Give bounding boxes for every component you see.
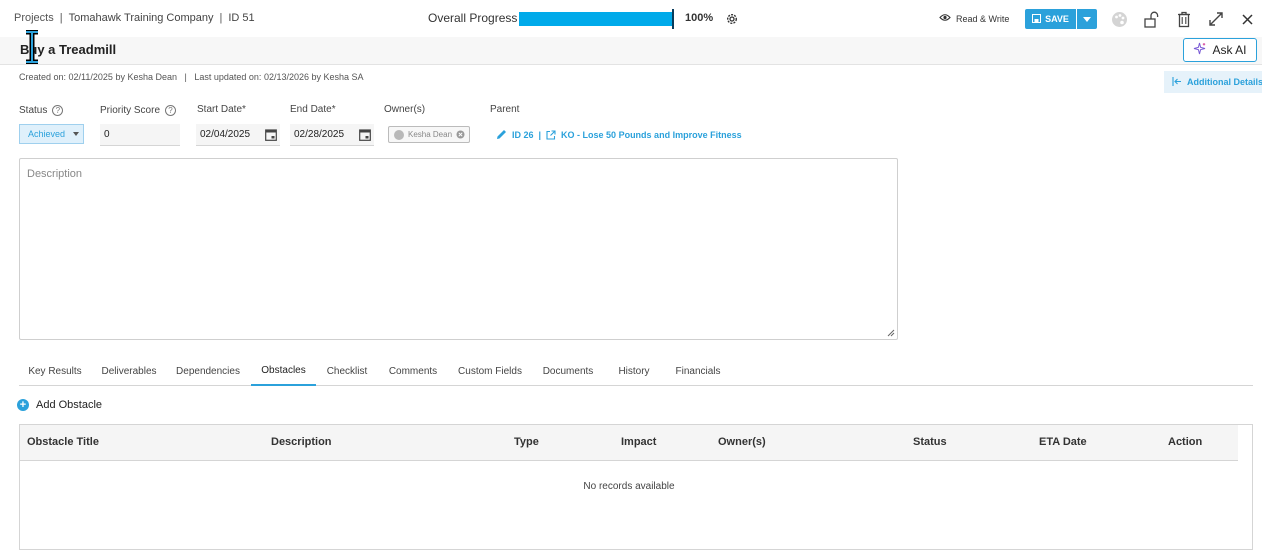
priority-score-value: 0 — [104, 129, 110, 140]
tab-custom-fields[interactable]: Custom Fields — [454, 356, 526, 386]
add-obstacle-label: Add Obstacle — [36, 399, 103, 411]
additional-details-button[interactable]: Additional Details — [1164, 71, 1262, 93]
breadcrumb-company: Tomahawk Training Company — [68, 12, 214, 24]
column-header[interactable]: Owner(s) — [718, 436, 766, 448]
status-label: Status ? — [19, 105, 64, 116]
parent-link: ID 26 | KO - Lose 50 Pounds and Improve … — [496, 129, 742, 140]
resize-handle-icon[interactable] — [887, 329, 895, 337]
tab-bar: Key Results Deliverables Dependencies Ob… — [19, 356, 1253, 386]
avatar — [394, 129, 404, 140]
collapse-left-icon — [1172, 76, 1182, 88]
end-date-label: End Date* — [290, 104, 336, 115]
created-label: Created on: — [19, 72, 67, 82]
tab-dependencies[interactable]: Dependencies — [171, 356, 245, 386]
help-icon[interactable]: ? — [52, 105, 64, 116]
created-by: by Kesha Dean — [115, 72, 177, 82]
progress-marker — [672, 9, 674, 29]
top-bar: Projects | Tomahawk Training Company | ID 51… — [0, 0, 1262, 37]
overall-progress-fill — [519, 12, 673, 26]
column-header[interactable]: Status — [913, 436, 947, 448]
tab-financials[interactable]: Financials — [670, 356, 726, 386]
save-options-dropdown[interactable] — [1077, 9, 1097, 29]
updated-date: 02/13/2026 — [263, 72, 309, 82]
breadcrumb: Projects | Tomahawk Training Company | ID 51 — [14, 12, 255, 24]
tab-history[interactable]: History — [613, 356, 655, 386]
eye-icon — [939, 13, 951, 24]
chevron-down-icon — [1083, 16, 1091, 22]
parent-name[interactable]: KO - Lose 50 Pounds and Improve Fitness — [561, 130, 742, 140]
owners-label: Owner(s) — [384, 104, 426, 115]
overall-progress-bar — [519, 12, 673, 26]
obstacles-table: Obstacle Title Description Type Impact O… — [19, 424, 1253, 550]
palette-icon[interactable] — [1110, 10, 1128, 28]
column-header[interactable]: ETA Date — [1039, 436, 1087, 448]
read-write-mode[interactable]: Read & Write — [939, 13, 1009, 24]
text-cursor-icon — [23, 29, 41, 65]
ask-ai-label: Ask AI — [1212, 43, 1247, 57]
start-date-input[interactable]: 02/04/2025 — [196, 124, 280, 146]
table-header: Obstacle Title Description Type Impact O… — [20, 425, 1238, 461]
column-header[interactable]: Type — [514, 436, 539, 448]
tab-checklist[interactable]: Checklist — [322, 356, 372, 386]
overall-progress-value: 100% — [685, 12, 714, 24]
ask-ai-button[interactable]: Ask AI — [1183, 38, 1257, 62]
status-label-text: Status — [19, 105, 48, 116]
owner-name: Kesha Dean — [408, 130, 453, 139]
priority-score-input[interactable]: 0 — [100, 124, 180, 146]
breadcrumb-projects[interactable]: Projects — [14, 12, 54, 24]
tab-obstacles[interactable]: Obstacles — [251, 356, 316, 386]
save-label: SAVE — [1045, 14, 1069, 24]
read-write-label: Read & Write — [956, 13, 1010, 24]
tab-documents[interactable]: Documents — [538, 356, 598, 386]
plus-icon: + — [17, 399, 29, 411]
column-header: Action — [1168, 436, 1203, 448]
start-date-label: Start Date* — [197, 104, 246, 115]
overall-progress-label: Overall Progress — [428, 11, 518, 25]
tab-comments[interactable]: Comments — [383, 356, 443, 386]
created-updated-info: Created on: 02/11/2025 by Kesha Dean | L… — [19, 72, 364, 82]
empty-state-message: No records available — [583, 481, 675, 492]
add-obstacle-button[interactable]: + Add Obstacle — [17, 399, 102, 411]
column-header[interactable]: Description — [271, 436, 332, 448]
end-date-value: 02/28/2025 — [294, 129, 345, 140]
description-textarea[interactable]: Description — [19, 158, 898, 340]
calendar-icon[interactable] — [265, 128, 277, 141]
sparkle-icon — [1193, 42, 1206, 58]
calendar-icon[interactable] — [359, 128, 371, 141]
updated-label: Last updated on: — [194, 72, 262, 82]
updated-by: by Kesha SA — [311, 72, 364, 82]
end-date-input[interactable]: 02/28/2025 — [290, 124, 374, 146]
tab-deliverables[interactable]: Deliverables — [95, 356, 163, 386]
external-link-icon[interactable] — [546, 129, 556, 140]
status-value: Achieved — [28, 129, 66, 139]
description-placeholder: Description — [27, 168, 83, 180]
breadcrumb-id: ID 51 — [228, 12, 255, 24]
help-icon[interactable]: ? — [165, 105, 177, 116]
status-dropdown[interactable]: Achieved — [19, 124, 84, 144]
pencil-icon[interactable] — [496, 129, 507, 140]
chevron-down-icon — [73, 132, 80, 136]
gear-icon[interactable] — [725, 12, 739, 26]
save-button[interactable]: SAVE — [1025, 9, 1076, 29]
created-date: 02/11/2025 — [68, 72, 113, 82]
floppy-icon — [1032, 13, 1042, 25]
priority-label: Priority Score ? — [100, 105, 177, 116]
trash-icon[interactable] — [1175, 10, 1193, 28]
tab-key-results[interactable]: Key Results — [19, 356, 91, 386]
column-header[interactable]: Impact — [621, 436, 656, 448]
additional-details-label: Additional Details — [1187, 77, 1262, 87]
expand-icon[interactable] — [1207, 10, 1225, 28]
remove-icon[interactable] — [456, 130, 465, 139]
parent-label: Parent — [490, 104, 520, 115]
column-header[interactable]: Obstacle Title — [27, 436, 99, 448]
owner-chip[interactable]: Kesha Dean — [388, 126, 470, 143]
start-date-value: 02/04/2025 — [200, 129, 251, 140]
title-row: Buy a Treadmill — [0, 37, 1262, 65]
unlock-icon[interactable] — [1143, 10, 1161, 28]
priority-label-text: Priority Score — [100, 105, 161, 116]
close-icon[interactable] — [1238, 10, 1256, 28]
parent-id[interactable]: ID 26 — [512, 130, 534, 140]
